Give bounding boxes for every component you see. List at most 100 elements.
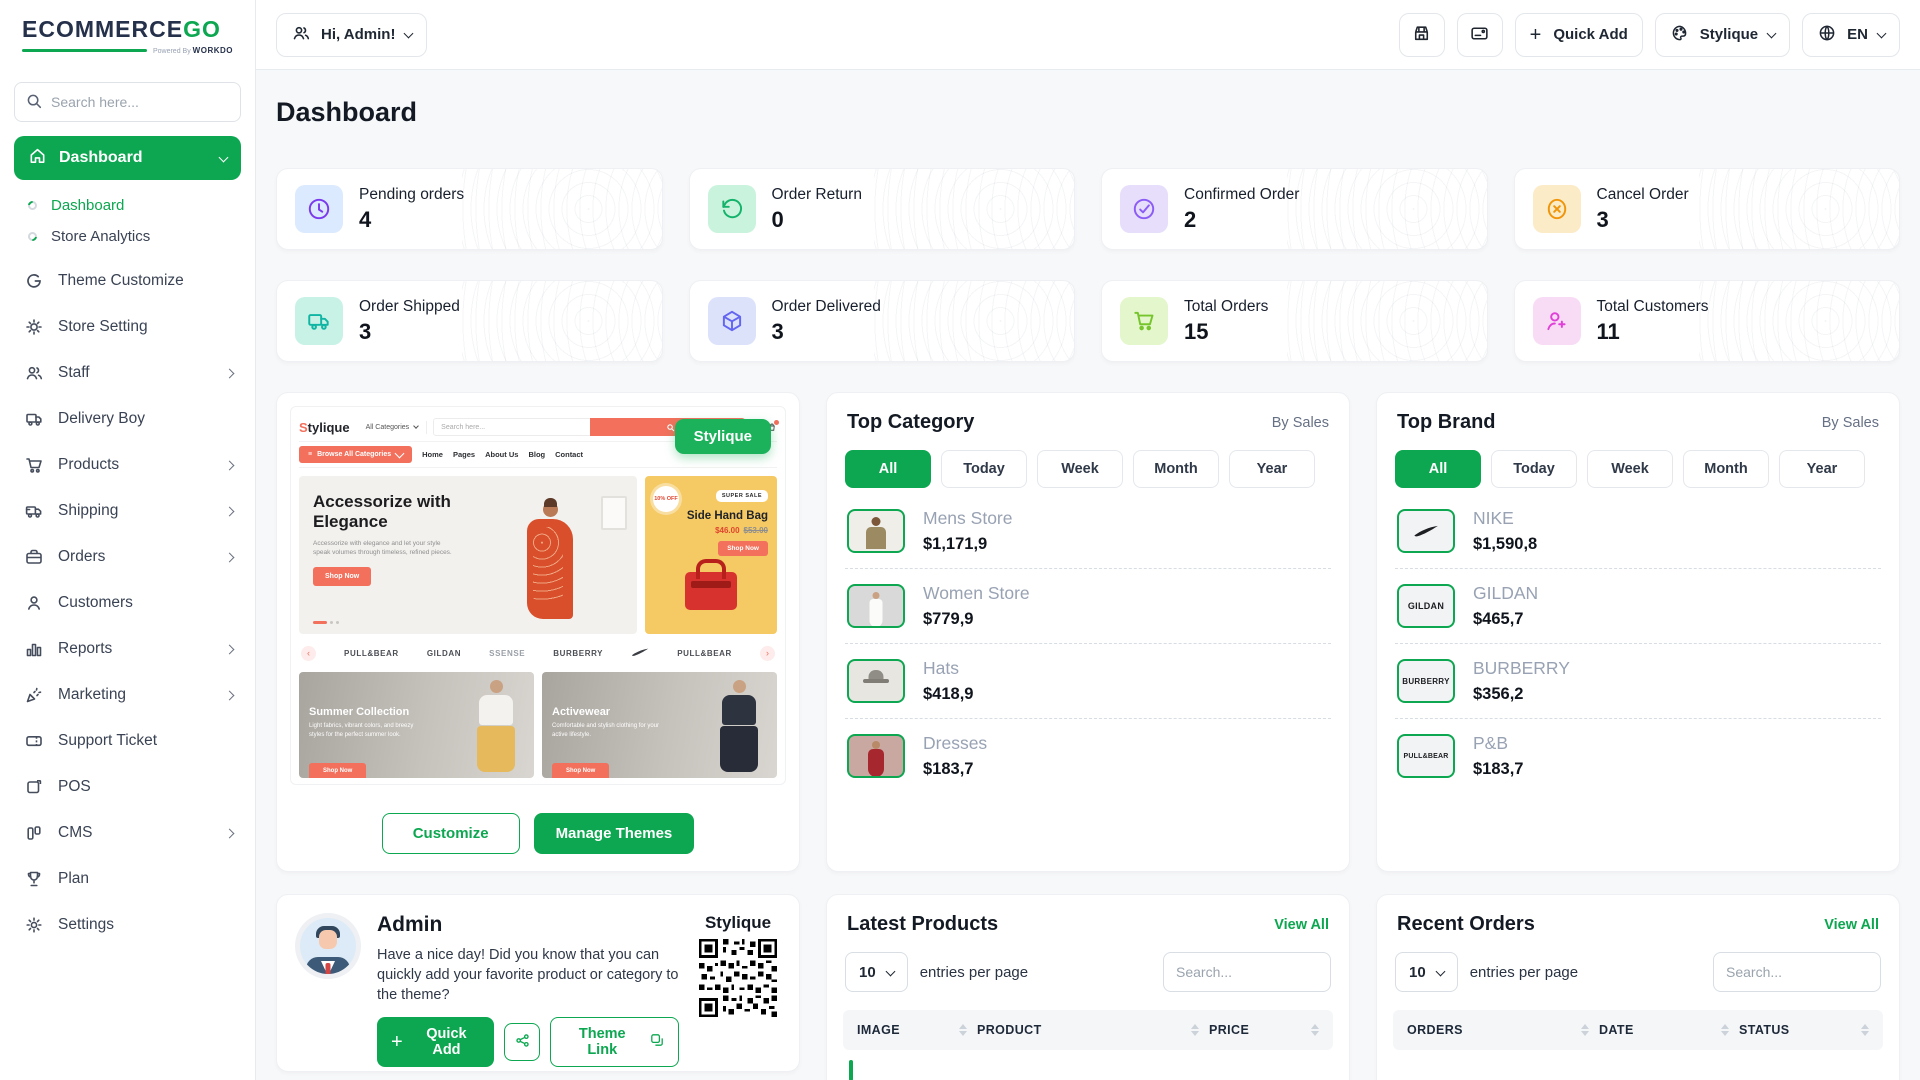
table-search-input[interactable] xyxy=(1163,952,1331,992)
x-circle-icon xyxy=(1533,185,1581,233)
sidebar-item-shipping[interactable]: Shipping xyxy=(14,488,241,534)
brand-underline xyxy=(22,49,147,52)
chevron-right-icon xyxy=(225,690,235,700)
brand-logo-underline: Powered By WORKDO xyxy=(22,46,233,55)
tab-month[interactable]: Month xyxy=(1133,450,1219,488)
sidebar-item-marketing[interactable]: Marketing xyxy=(14,672,241,718)
brand-sales-value: $465,7 xyxy=(1473,610,1538,629)
column-header-orders[interactable]: ORDERS xyxy=(1407,1023,1589,1037)
marketing-icon xyxy=(24,685,44,705)
view-all-link[interactable]: View All xyxy=(1824,917,1879,933)
stat-label: Total Orders xyxy=(1184,298,1268,316)
theme-link-button[interactable]: Theme Link xyxy=(550,1017,679,1067)
category-thumbnail xyxy=(847,659,905,703)
customize-button[interactable]: Customize xyxy=(382,813,520,854)
sidebar-subnav: Dashboard Store Analytics xyxy=(14,190,241,252)
sidebar-item-reports[interactable]: Reports xyxy=(14,626,241,672)
tab-week[interactable]: Week xyxy=(1037,450,1123,488)
brand-name: GILDAN xyxy=(1473,583,1538,604)
theme-selector-button[interactable]: Stylique xyxy=(1655,13,1790,57)
check-circle-icon xyxy=(1120,185,1168,233)
sidebar-item-store-setting[interactable]: Store Setting xyxy=(14,304,241,350)
column-header-status[interactable]: STATUS xyxy=(1739,1023,1869,1037)
tab-today[interactable]: Today xyxy=(1491,450,1577,488)
topbar: Hi, Admin! + Quick Add Stylique xyxy=(256,0,1920,70)
sidebar-item-plan[interactable]: Plan xyxy=(14,856,241,902)
sidebar-item-label: Customers xyxy=(58,594,133,612)
view-all-link[interactable]: View All xyxy=(1274,917,1329,933)
admin-menu-button[interactable]: Hi, Admin! xyxy=(276,13,427,57)
category-name: Mens Store xyxy=(923,508,1012,529)
theme-link-label: Theme Link xyxy=(564,1026,640,1058)
tab-year[interactable]: Year xyxy=(1779,450,1865,488)
sidebar-item-settings[interactable]: Settings xyxy=(14,902,241,948)
entries-per-page-select[interactable]: 10 xyxy=(845,952,908,992)
column-header-price[interactable]: PRICE xyxy=(1209,1023,1319,1037)
package-icon xyxy=(708,297,756,345)
quick-add-button[interactable]: + Quick Add xyxy=(1515,13,1643,57)
tab-today[interactable]: Today xyxy=(941,450,1027,488)
table-search-input[interactable] xyxy=(1713,952,1881,992)
clock-icon xyxy=(295,185,343,233)
sidebar-item-dashboard[interactable]: Dashboard xyxy=(14,136,241,180)
table-controls: 10 entries per page xyxy=(845,952,1331,992)
tab-all[interactable]: All xyxy=(1395,450,1481,488)
brand-logo-text: SSENSE xyxy=(489,649,525,658)
page-content: Dashboard Pending orders4 Order Return0 … xyxy=(256,70,1920,1080)
table-header: ORDERS DATE STATUS xyxy=(1393,1010,1883,1050)
sidebar-item-theme-customize[interactable]: Theme Customize xyxy=(14,258,241,304)
promo-tile-summer: Summer Collection Light fabrics, vibrant… xyxy=(299,672,534,778)
hero-title: Accessorize with Elegance xyxy=(313,492,463,532)
share-button[interactable] xyxy=(504,1023,540,1061)
tab-week[interactable]: Week xyxy=(1587,450,1673,488)
storefront-button[interactable] xyxy=(1399,13,1445,57)
entries-per-page-select[interactable]: 10 xyxy=(1395,952,1458,992)
sidebar-item-products[interactable]: Products xyxy=(14,442,241,488)
sidebar-item-cms[interactable]: CMS xyxy=(14,810,241,856)
sidebar-item-pos[interactable]: POS xyxy=(14,764,241,810)
top-brand-card: Top Brand By Sales All Today Week Month … xyxy=(1376,392,1900,872)
tile-shop-now-button: Shop Now xyxy=(309,763,366,778)
sort-icon xyxy=(1581,1024,1589,1036)
sort-icon xyxy=(1721,1024,1729,1036)
sidebar-item-delivery-boy[interactable]: Delivery Boy xyxy=(14,396,241,442)
list-item: Mens Store$1,171,9 xyxy=(845,494,1331,569)
sidebar-subitem-store-analytics[interactable]: Store Analytics xyxy=(14,221,241,252)
theme-customize-icon xyxy=(24,271,44,291)
stat-card-confirmed-order: Confirmed Order2 xyxy=(1101,168,1488,250)
rotate-ccw-icon xyxy=(708,185,756,233)
admin-name: Admin xyxy=(377,913,679,937)
column-header-image[interactable]: IMAGE xyxy=(857,1023,967,1037)
column-header-product[interactable]: PRODUCT xyxy=(977,1023,1199,1037)
brand-name: BURBERRY xyxy=(1473,658,1570,679)
sidebar-item-support-ticket[interactable]: Support Ticket xyxy=(14,718,241,764)
card-button[interactable] xyxy=(1457,13,1503,57)
sidebar-item-orders[interactable]: Orders xyxy=(14,534,241,580)
sidebar: ECOMMERCEGO Powered By WORKDO Dashboard xyxy=(0,0,256,1080)
brand-sales-value: $1,590,8 xyxy=(1473,535,1537,554)
manage-themes-button[interactable]: Manage Themes xyxy=(534,813,695,854)
recent-orders-card: Recent Orders View All 10 entries per pa… xyxy=(1376,894,1900,1080)
stat-value: 11 xyxy=(1597,319,1709,345)
chevron-right-icon xyxy=(225,506,235,516)
storefront-promo-tiles: Summer Collection Light fabrics, vibrant… xyxy=(299,672,777,778)
storefront-category-select: All Categories xyxy=(356,421,428,434)
sidebar-item-customers[interactable]: Customers xyxy=(14,580,241,626)
storefront-logo: Stylique xyxy=(299,420,350,435)
column-header-date[interactable]: DATE xyxy=(1599,1023,1729,1037)
stat-card-total-orders: Total Orders15 xyxy=(1101,280,1488,362)
quick-add-button[interactable]: +Quick Add xyxy=(377,1017,494,1067)
tab-all[interactable]: All xyxy=(845,450,931,488)
promo-price: $46.00$53.00 xyxy=(654,526,768,535)
sidebar-subitem-dashboard[interactable]: Dashboard xyxy=(14,190,241,221)
storefront-nav-link: Pages xyxy=(453,450,475,459)
chevron-right-icon: › xyxy=(760,646,775,661)
copy-icon xyxy=(649,1032,665,1052)
tab-year[interactable]: Year xyxy=(1229,450,1315,488)
promo-panel: SUPER SALE Side Hand Bag $46.00$53.00 Sh… xyxy=(645,476,777,634)
category-name: Women Store xyxy=(923,583,1030,604)
sidebar-search-input[interactable] xyxy=(14,82,241,122)
tab-month[interactable]: Month xyxy=(1683,450,1769,488)
sidebar-item-staff[interactable]: Staff xyxy=(14,350,241,396)
language-selector-button[interactable]: EN xyxy=(1802,13,1900,57)
